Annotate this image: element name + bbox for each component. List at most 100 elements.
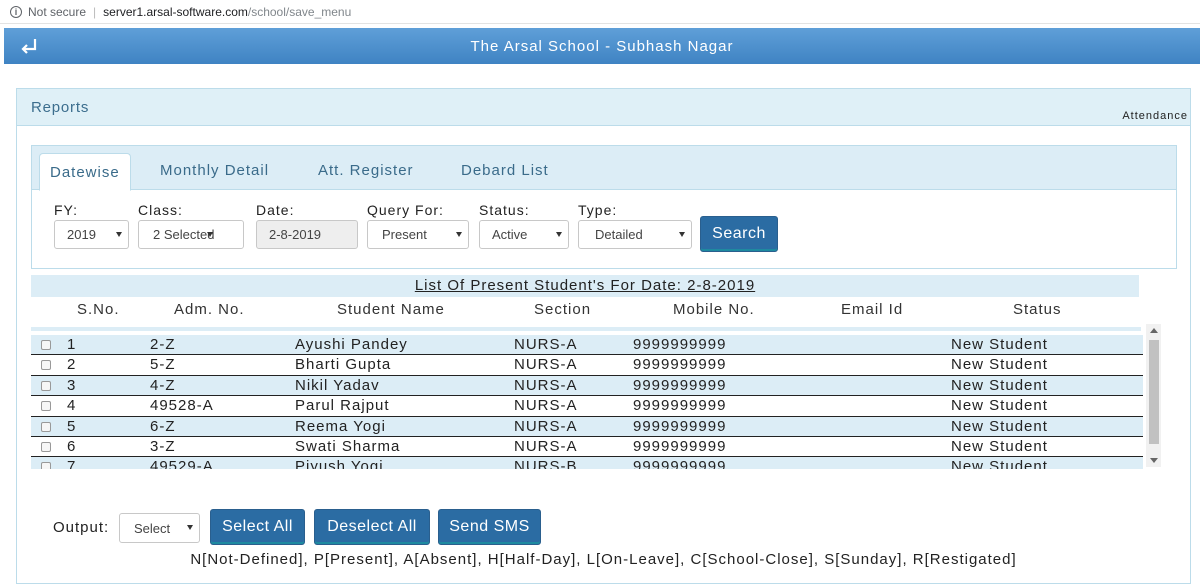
row-checkbox[interactable] (41, 380, 51, 391)
cell-name: Ayushi Pandey (295, 336, 408, 353)
caret-down-icon (556, 232, 562, 237)
type-value: Detailed (595, 227, 643, 242)
cell-section: NURS-A (514, 356, 578, 374)
cell-sno: 1 (67, 336, 77, 353)
tab-debard-list[interactable]: Debard List (461, 162, 549, 179)
report-tabs-box: Datewise Monthly Detail Att. Register De… (31, 145, 1177, 269)
cell-sno: 4 (67, 397, 77, 415)
scroll-up-icon[interactable] (1150, 328, 1158, 333)
class-value: 2 Selected (153, 227, 215, 242)
col-adm-no: Adm. No. (174, 301, 245, 318)
deselect-all-button[interactable]: Deselect All (314, 509, 430, 545)
output-select[interactable]: Select (119, 513, 200, 543)
query-label: Query For: (367, 202, 444, 218)
status-select[interactable]: Active (479, 220, 569, 249)
cell-status: New Student (951, 437, 1048, 455)
col-section: Section (534, 301, 592, 318)
row-checkbox[interactable] (41, 462, 51, 469)
cell-adm: 49528-A (150, 397, 214, 415)
caret-down-icon (116, 232, 122, 237)
scroll-thumb[interactable] (1149, 340, 1159, 444)
student-rows: 1 2-Z Ayushi Pandey NURS-A 9999999999 Ne… (31, 335, 1143, 469)
table-row[interactable]: 1 2-Z Ayushi Pandey NURS-A 9999999999 Ne… (31, 335, 1143, 356)
cell-section: NURS-A (514, 376, 578, 394)
select-all-button[interactable]: Select All (210, 509, 305, 545)
table-row[interactable]: 5 6-Z Reema Yogi NURS-A 9999999999 New S… (31, 416, 1143, 437)
date-field[interactable]: 2-8-2019 (256, 220, 358, 249)
cell-status: New Student (951, 336, 1048, 353)
table-row[interactable]: 4 49528-A Parul Rajput NURS-A 9999999999… (31, 396, 1143, 417)
status-label: Status: (479, 202, 530, 218)
search-button[interactable]: Search (700, 216, 778, 252)
school-title: The Arsal School - Subhash Nagar (470, 37, 734, 55)
caret-down-icon (456, 232, 462, 237)
row-checkbox[interactable] (41, 421, 51, 432)
cell-mobile: 9999999999 (633, 458, 727, 469)
cell-adm: 2-Z (150, 336, 176, 353)
query-select[interactable]: Present (367, 220, 469, 249)
cell-mobile: 9999999999 (633, 376, 727, 394)
col-mobile-no: Mobile No. (673, 301, 755, 318)
col-email-id: Email Id (841, 301, 904, 318)
panel-title: Reports (31, 99, 90, 116)
cell-mobile: 9999999999 (633, 356, 727, 374)
back-arrow-icon[interactable] (18, 35, 40, 57)
row-checkbox[interactable] (41, 340, 51, 350)
cell-status: New Student (951, 397, 1048, 415)
cell-name: Parul Rajput (295, 397, 390, 415)
browser-address-bar[interactable]: i Not secure | server1.arsal-software.co… (0, 0, 1200, 24)
table-row[interactable]: 7 49529-A Piyush Yogi NURS-B 9999999999 … (31, 457, 1143, 469)
attendance-label: Attendance (1122, 110, 1188, 122)
list-scrollbar[interactable] (1146, 324, 1161, 467)
scroll-down-icon[interactable] (1150, 458, 1158, 463)
cell-sno: 6 (67, 437, 77, 455)
class-label: Class: (138, 202, 183, 218)
row-checkbox[interactable] (41, 360, 51, 371)
query-value: Present (382, 227, 427, 242)
fy-value: 2019 (67, 227, 96, 242)
cell-section: NURS-A (514, 336, 578, 353)
cell-sno: 5 (67, 417, 77, 435)
reports-panel: Reports Attendance Datewise Monthly Deta… (16, 88, 1191, 584)
row-checkbox[interactable] (41, 401, 51, 412)
col-sno: S.No. (77, 301, 120, 318)
cell-adm: 4-Z (150, 376, 176, 394)
cell-sno: 2 (67, 356, 77, 374)
tab-monthly-detail[interactable]: Monthly Detail (160, 162, 269, 179)
table-row[interactable]: 2 5-Z Bharti Gupta NURS-A 9999999999 New… (31, 355, 1143, 376)
cell-section: NURS-A (514, 397, 578, 415)
cell-sno: 3 (67, 376, 77, 394)
cell-name: Nikil Yadav (295, 376, 380, 394)
cell-status: New Student (951, 356, 1048, 374)
tab-datewise[interactable]: Datewise (39, 153, 131, 191)
table-row[interactable]: 6 3-Z Swati Sharma NURS-A 9999999999 New… (31, 437, 1143, 458)
class-select[interactable]: 2 Selected (138, 220, 244, 249)
attendance-legend: N[Not-Defined], P[Present], A[Absent], H… (190, 551, 1017, 568)
fy-select[interactable]: 2019 (54, 220, 129, 249)
cell-mobile: 9999999999 (633, 417, 727, 435)
row-checkbox[interactable] (41, 441, 51, 452)
cell-section: NURS-B (514, 458, 578, 469)
send-sms-button[interactable]: Send SMS (438, 509, 541, 545)
date-label: Date: (256, 202, 295, 218)
filter-row: FY: 2019 Class: 2 Selected Date: 2-8-201… (32, 190, 1176, 268)
cell-adm: 5-Z (150, 356, 176, 374)
app-header: The Arsal School - Subhash Nagar (4, 28, 1200, 64)
output-value: Select (134, 520, 171, 536)
cell-status: New Student (951, 376, 1048, 394)
cell-section: NURS-A (514, 417, 578, 435)
address-separator: | (93, 4, 97, 19)
type-select[interactable]: Detailed (578, 220, 692, 249)
table-row[interactable]: 3 4-Z Nikil Yadav NURS-A 9999999999 New … (31, 375, 1143, 397)
cell-mobile: 9999999999 (633, 437, 727, 455)
info-icon[interactable]: i (10, 5, 22, 18)
cell-name: Bharti Gupta (295, 356, 392, 374)
security-label: Not secure (28, 4, 87, 19)
cell-status: New Student (951, 417, 1048, 435)
panel-header: Reports Attendance (17, 89, 1190, 126)
cell-mobile: 9999999999 (633, 397, 727, 415)
cell-name: Swati Sharma (295, 437, 401, 455)
tab-att-register[interactable]: Att. Register (318, 162, 414, 179)
cell-sno: 7 (67, 458, 77, 469)
url-host: server1.arsal-software.com (103, 4, 248, 19)
